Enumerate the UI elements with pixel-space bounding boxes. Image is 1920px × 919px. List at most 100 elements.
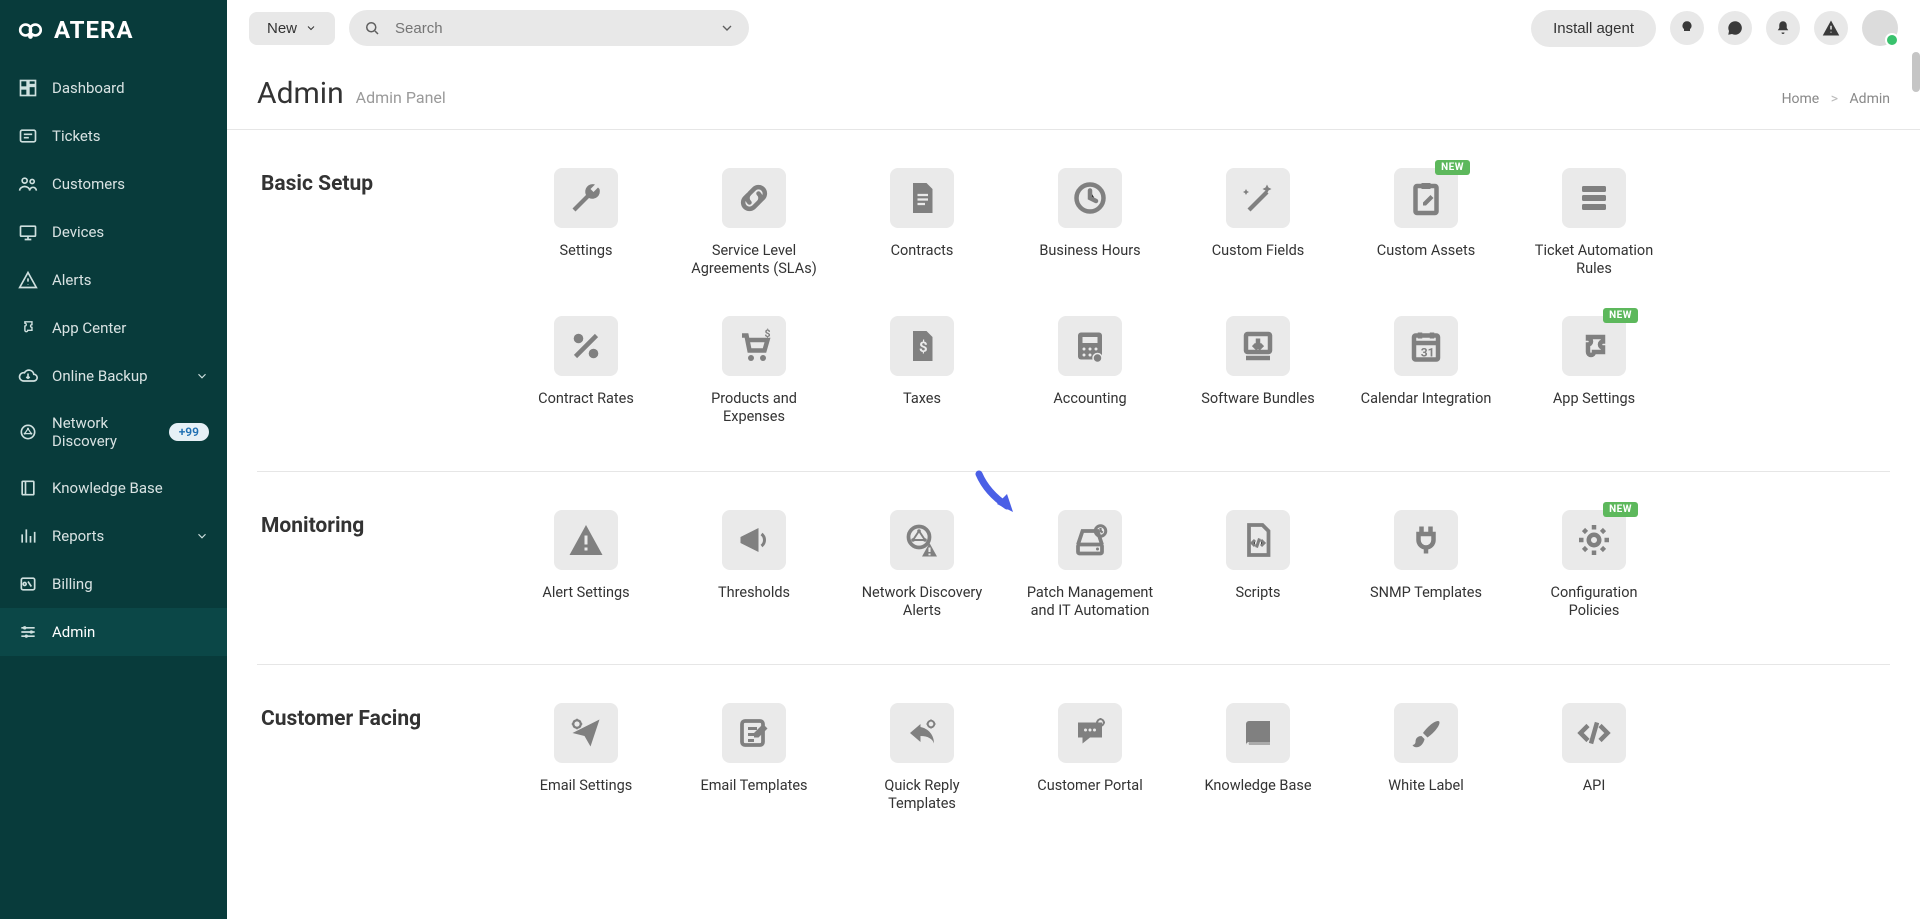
- tile-icon-box: [1394, 510, 1458, 570]
- sidebar-item-label: Tickets: [52, 127, 101, 145]
- billing-icon: [18, 574, 38, 594]
- book-solid-icon: [1240, 715, 1276, 751]
- sidebar-item-reports[interactable]: Reports: [0, 512, 227, 560]
- discovery-alert-icon: [904, 522, 940, 558]
- section-title: Monitoring: [257, 510, 517, 538]
- tile-business-hours[interactable]: Business Hours: [1021, 168, 1159, 278]
- topbar: New Install agent: [227, 0, 1920, 56]
- notifications-button[interactable]: [1766, 11, 1800, 45]
- tile-products-and-expenses[interactable]: Products and Expenses: [685, 316, 823, 426]
- tile-label: Products and Expenses: [685, 390, 823, 426]
- tile-ticket-automation-rules[interactable]: Ticket Automation Rules: [1525, 168, 1663, 278]
- breadcrumb-current: Admin: [1850, 91, 1890, 107]
- tile-label: Accounting: [1053, 390, 1126, 408]
- tile-taxes[interactable]: Taxes: [853, 316, 991, 426]
- scrollbar[interactable]: [1912, 52, 1920, 92]
- tile-custom-assets[interactable]: NEWCustom Assets: [1357, 168, 1495, 278]
- tile-icon-box: [554, 703, 618, 763]
- sidebar-item-online-backup[interactable]: Online Backup: [0, 352, 227, 400]
- search-icon: [363, 19, 381, 37]
- tile-label: White Label: [1388, 777, 1463, 795]
- sidebar-item-label: Knowledge Base: [52, 479, 163, 497]
- tile-snmp-templates[interactable]: SNMP Templates: [1357, 510, 1495, 620]
- sidebar-item-dashboard[interactable]: Dashboard: [0, 64, 227, 112]
- sidebar-item-customers[interactable]: Customers: [0, 160, 227, 208]
- tile-contracts[interactable]: Contracts: [853, 168, 991, 278]
- tile-network-discovery-alerts[interactable]: Network Discovery Alerts: [853, 510, 991, 620]
- tile-api[interactable]: API: [1525, 703, 1663, 813]
- contract-icon: [904, 180, 940, 216]
- tile-icon-box: NEW: [1394, 168, 1458, 228]
- page-header: Admin Admin Panel Home > Admin: [227, 60, 1920, 130]
- new-button[interactable]: New: [249, 12, 335, 45]
- puzzle-icon: [18, 318, 38, 338]
- section-basic-setup: Basic SetupSettingsService Level Agreeme…: [257, 130, 1890, 472]
- section-title: Customer Facing: [257, 703, 517, 731]
- tile-scripts[interactable]: Scripts: [1189, 510, 1327, 620]
- book-icon: [18, 478, 38, 498]
- search-dropdown-icon[interactable]: [719, 20, 735, 36]
- sidebar-item-tickets[interactable]: Tickets: [0, 112, 227, 160]
- tile-configuration-policies[interactable]: NEWConfiguration Policies: [1525, 510, 1663, 620]
- sliders-icon: [18, 622, 38, 642]
- tile-label: Settings: [560, 242, 613, 260]
- sidebar-item-network-discovery[interactable]: Network Discovery+99: [0, 400, 227, 464]
- warning-icon: [1822, 19, 1840, 37]
- plug-icon: [1408, 522, 1444, 558]
- tile-contract-rates[interactable]: Contract Rates: [517, 316, 655, 426]
- sidebar-item-label: Billing: [52, 575, 93, 593]
- clock-icon: [1072, 180, 1108, 216]
- tile-customer-portal[interactable]: Customer Portal: [1021, 703, 1159, 813]
- tile-app-settings[interactable]: NEWApp Settings: [1525, 316, 1663, 426]
- sidebar-item-devices[interactable]: Devices: [0, 208, 227, 256]
- tile-icon-box: [554, 510, 618, 570]
- system-alerts-button[interactable]: [1814, 11, 1848, 45]
- customers-icon: [18, 174, 38, 194]
- sidebar-item-app-center[interactable]: App Center: [0, 304, 227, 352]
- chat-button[interactable]: [1718, 11, 1752, 45]
- tile-icon-box: [1058, 316, 1122, 376]
- chart-icon: [18, 526, 38, 546]
- new-badge: NEW: [1603, 502, 1638, 517]
- brand-name: ATERA: [54, 16, 134, 44]
- tips-button[interactable]: [1670, 11, 1704, 45]
- brush-icon: [1408, 715, 1444, 751]
- sidebar-item-billing[interactable]: Billing: [0, 560, 227, 608]
- device-icon: [18, 222, 38, 242]
- tile-white-label[interactable]: White Label: [1357, 703, 1495, 813]
- sidebar-item-admin[interactable]: Admin: [0, 608, 227, 656]
- reply-gear-icon: [904, 715, 940, 751]
- tile-service-level-agreements-slas[interactable]: Service Level Agreements (SLAs): [685, 168, 823, 278]
- tile-label: Email Templates: [700, 777, 807, 795]
- tile-quick-reply-templates[interactable]: Quick Reply Templates: [853, 703, 991, 813]
- sidebar-item-knowledge-base[interactable]: Knowledge Base: [0, 464, 227, 512]
- tile-patch-management-and-it-automation[interactable]: Patch Management and IT Automation: [1021, 510, 1159, 620]
- user-avatar[interactable]: [1862, 10, 1898, 46]
- tile-settings[interactable]: Settings: [517, 168, 655, 278]
- tile-alert-settings[interactable]: Alert Settings: [517, 510, 655, 620]
- calculator-icon: [1072, 328, 1108, 364]
- tile-email-templates[interactable]: Email Templates: [685, 703, 823, 813]
- tile-accounting[interactable]: Accounting: [1021, 316, 1159, 426]
- tile-icon-box: NEW: [1562, 510, 1626, 570]
- megaphone-icon: [736, 522, 772, 558]
- tile-knowledge-base[interactable]: Knowledge Base: [1189, 703, 1327, 813]
- tile-label: Alert Settings: [542, 584, 629, 602]
- tile-icon-box: [554, 316, 618, 376]
- tile-label: API: [1583, 777, 1606, 795]
- tile-software-bundles[interactable]: Software Bundles: [1189, 316, 1327, 426]
- tile-thresholds[interactable]: Thresholds: [685, 510, 823, 620]
- chat-icon: [1726, 19, 1744, 37]
- tile-label: Scripts: [1235, 584, 1280, 602]
- tile-label: Business Hours: [1039, 242, 1140, 260]
- tile-custom-fields[interactable]: Custom Fields: [1189, 168, 1327, 278]
- sidebar-item-alerts[interactable]: Alerts: [0, 256, 227, 304]
- search-input[interactable]: [349, 10, 749, 46]
- tile-icon-box: [1226, 316, 1290, 376]
- tile-calendar-integration[interactable]: Calendar Integration: [1357, 316, 1495, 426]
- percent-icon: [568, 328, 604, 364]
- sidebar-nav: Dashboard Tickets CustomersDevicesAlertsAp…: [0, 58, 227, 662]
- tile-email-settings[interactable]: Email Settings: [517, 703, 655, 813]
- breadcrumb-home[interactable]: Home: [1782, 91, 1820, 107]
- install-agent-button[interactable]: Install agent: [1531, 10, 1656, 47]
